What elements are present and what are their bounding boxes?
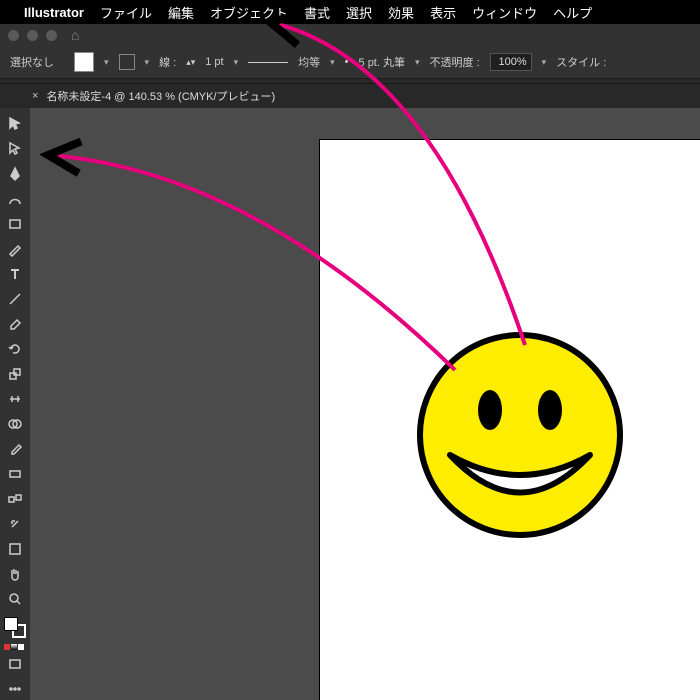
rectangle-tool[interactable] <box>4 214 26 235</box>
document-tab-title[interactable]: 名称未設定-4 @ 140.53 % (CMYK/プレビュー) <box>46 88 275 104</box>
paintbrush-tool[interactable] <box>4 239 26 260</box>
stroke-stepper-icon[interactable]: ▴▾ <box>186 57 195 68</box>
stroke-width-dropdown-icon[interactable]: ▾ <box>234 57 239 68</box>
home-icon[interactable]: ⌂ <box>71 27 79 43</box>
system-menubar: Illustrator ファイル 編集 オブジェクト 書式 選択 効果 表示 ウ… <box>0 0 700 24</box>
menu-object[interactable]: オブジェクト <box>210 3 288 22</box>
menu-view[interactable]: 表示 <box>430 3 456 22</box>
opacity-dropdown-icon[interactable]: ▾ <box>542 57 547 68</box>
window-titlebar: ⌂ <box>0 24 700 46</box>
scale-tool[interactable] <box>4 364 26 385</box>
selection-tool[interactable] <box>4 114 26 135</box>
canvas-area[interactable] <box>30 108 700 700</box>
main-area <box>0 108 700 700</box>
menu-effect[interactable]: 効果 <box>388 3 414 22</box>
fill-stroke-control[interactable] <box>4 617 26 638</box>
menu-edit[interactable]: 編集 <box>168 3 194 22</box>
window-zoom-dot[interactable] <box>46 30 57 41</box>
opacity-label: 不透明度 : <box>430 54 480 70</box>
blend-tool[interactable] <box>4 488 26 509</box>
gradient-tool[interactable] <box>4 463 26 484</box>
brush-preset[interactable]: 5 pt. 丸筆 <box>359 54 405 70</box>
window-minimize-dot[interactable] <box>27 30 38 41</box>
brush-bullet: • <box>345 56 349 68</box>
opacity-input[interactable] <box>490 53 532 71</box>
zoom-tool[interactable] <box>4 588 26 609</box>
pen-tool[interactable] <box>4 164 26 185</box>
smiley-artwork[interactable] <box>415 330 625 540</box>
menu-file[interactable]: ファイル <box>100 3 152 22</box>
edit-toolbar-icon[interactable] <box>4 679 26 700</box>
fill-dropdown-icon[interactable]: ▾ <box>104 57 109 68</box>
selection-info: 選択なし <box>10 54 54 70</box>
hand-tool[interactable] <box>4 563 26 584</box>
tab-close-icon[interactable]: × <box>32 90 38 102</box>
stroke-swatch[interactable] <box>119 54 135 70</box>
menu-help[interactable]: ヘルプ <box>553 3 592 22</box>
style-label: スタイル : <box>556 54 606 70</box>
stroke-width[interactable]: 1 pt <box>205 56 223 68</box>
width-tool[interactable] <box>4 388 26 409</box>
stroke-label: 線 : <box>159 54 176 70</box>
menu-type[interactable]: 書式 <box>304 3 330 22</box>
brush-dropdown-icon[interactable]: ▾ <box>415 57 420 68</box>
fill-box[interactable] <box>4 617 18 631</box>
menu-select[interactable]: 選択 <box>346 3 372 22</box>
stroke-preview <box>248 62 288 63</box>
line-tool[interactable] <box>4 289 26 310</box>
symbol-sprayer-tool[interactable] <box>4 513 26 534</box>
rotate-tool[interactable] <box>4 339 26 360</box>
color-mode-swatches[interactable] <box>4 644 26 650</box>
window-close-dot[interactable] <box>8 30 19 41</box>
artboard-tool[interactable] <box>4 538 26 559</box>
screen-mode-tool[interactable] <box>4 654 26 675</box>
control-bar: 選択なし ▾ ▾ 線 : ▴▾ 1 pt ▾ 均等 ▾ • 5 pt. 丸筆 ▾… <box>0 46 700 78</box>
type-tool[interactable] <box>4 264 26 285</box>
stroke-align[interactable]: 均等 <box>298 54 320 70</box>
align-dropdown-icon[interactable]: ▾ <box>330 57 335 68</box>
app-name[interactable]: Illustrator <box>24 5 84 20</box>
eraser-tool[interactable] <box>4 314 26 335</box>
tools-panel <box>0 108 30 700</box>
curvature-tool[interactable] <box>4 189 26 210</box>
shape-builder-tool[interactable] <box>4 413 26 434</box>
stroke-dropdown-icon[interactable]: ▾ <box>145 57 150 68</box>
document-tab-bar: × 名称未設定-4 @ 140.53 % (CMYK/プレビュー) <box>0 84 700 108</box>
eyedropper-tool[interactable] <box>4 438 26 459</box>
artboard[interactable] <box>320 140 700 700</box>
menu-window[interactable]: ウィンドウ <box>472 3 537 22</box>
fill-swatch[interactable] <box>74 52 94 72</box>
direct-selection-tool[interactable] <box>4 139 26 160</box>
